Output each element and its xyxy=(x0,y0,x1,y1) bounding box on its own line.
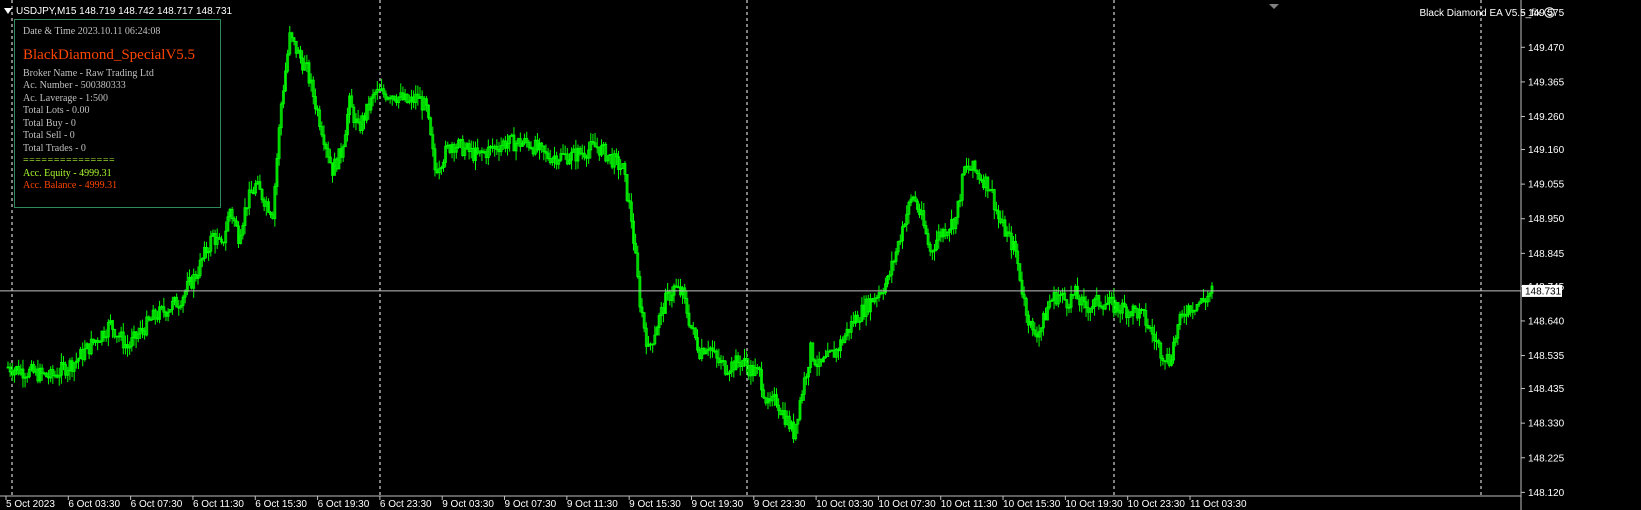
candle xyxy=(429,116,433,136)
panel-total-lots: Total Lots - 0.00 xyxy=(23,105,90,116)
panel-account-number: Ac. Number - 500380333 xyxy=(23,80,126,91)
price-tick-label: 148.330 xyxy=(1528,419,1565,430)
price-tick-label: 149.160 xyxy=(1528,145,1565,156)
candle xyxy=(702,347,706,355)
candle xyxy=(307,59,311,87)
candle xyxy=(811,342,815,362)
candle xyxy=(113,328,117,339)
candle xyxy=(962,165,966,176)
time-tick-label: 6 Oct 03:30 xyxy=(68,499,120,510)
candle xyxy=(625,174,629,203)
symbol-header: USDJPY,M15 148.719 148.742 148.717 148.7… xyxy=(4,6,232,17)
price-tick-label: 149.260 xyxy=(1528,112,1565,123)
price-tick-label: 149.470 xyxy=(1528,43,1565,54)
price-tick-label: 148.225 xyxy=(1528,453,1565,464)
candle xyxy=(723,359,727,376)
candle xyxy=(45,372,48,378)
smiley-icon[interactable] xyxy=(1544,7,1555,18)
candle xyxy=(794,423,798,441)
candle xyxy=(638,270,642,313)
candle xyxy=(798,396,802,422)
time-tick-label: 6 Oct 07:30 xyxy=(131,499,183,510)
time-tick-label: 9 Oct 23:30 xyxy=(754,499,806,510)
time-tick-label: 6 Oct 19:30 xyxy=(318,499,370,510)
price-tick-label: 148.640 xyxy=(1528,316,1565,327)
time-tick-label: 10 Oct 19:30 xyxy=(1065,499,1123,510)
time-tick-label: 6 Oct 23:30 xyxy=(380,499,432,510)
panel-equity: Acc. Equity - 4999.31 xyxy=(23,167,112,179)
candle xyxy=(405,93,409,104)
price-tick-label: 148.950 xyxy=(1528,214,1565,225)
info-panel: Date & Time 2023.10.11 06:24:08 BlackDia… xyxy=(14,19,221,208)
price-tick-label: 148.845 xyxy=(1528,249,1565,260)
plot-area xyxy=(0,0,1641,510)
candle xyxy=(337,148,341,170)
time-tick-label: 9 Oct 15:30 xyxy=(629,499,681,510)
candle xyxy=(1199,297,1203,304)
candle xyxy=(448,143,452,155)
symbol-info: USDJPY,M15 148.719 148.742 148.717 148.7… xyxy=(16,6,233,17)
price-tick-label: 149.365 xyxy=(1528,77,1565,88)
time-tick-label: 11 Oct 03:30 xyxy=(1190,499,1247,510)
panel-separator: =============== xyxy=(23,155,116,166)
ea-label[interactable]: Black Diamond EA V5.5_fix xyxy=(1419,7,1555,19)
candle xyxy=(190,275,193,290)
candle xyxy=(1018,263,1022,282)
panel-broker: Broker Name - Raw Trading Ltd xyxy=(23,67,154,79)
time-tick-label: 6 Oct 15:30 xyxy=(255,499,307,510)
current-price-label: 148.731 xyxy=(1522,284,1562,297)
candle xyxy=(621,163,625,169)
price-chart[interactable]: 149.575149.470149.365149.260149.160149.0… xyxy=(0,0,1641,510)
panel-datetime: Date & Time 2023.10.11 06:24:08 xyxy=(23,26,161,37)
price-tick-label: 149.055 xyxy=(1528,180,1565,191)
candle xyxy=(365,103,369,124)
time-tick-label: 9 Oct 07:30 xyxy=(505,499,557,510)
candle xyxy=(973,159,977,173)
time-tick-label: 9 Oct 11:30 xyxy=(567,499,618,510)
time-tick-label: 10 Oct 15:30 xyxy=(1003,499,1061,510)
panel-leverage: Ac. Laverage - 1:500 xyxy=(23,92,108,104)
triangle-down-icon[interactable] xyxy=(4,8,12,15)
candle xyxy=(427,104,430,120)
panel-balance: Acc. Balance - 4999.31 xyxy=(23,180,118,191)
panel-title: BlackDiamond_SpecialV5.5 xyxy=(23,46,196,63)
ea-name: Black Diamond EA V5.5_fix xyxy=(1419,8,1542,19)
price-tick-label: 148.120 xyxy=(1528,488,1565,499)
price-tick-label: 148.435 xyxy=(1528,384,1565,395)
time-tick-label: 5 Oct 2023 xyxy=(6,499,55,510)
panel-total-buy: Total Buy - 0 xyxy=(23,117,76,129)
current-price-text: 148.731 xyxy=(1525,286,1562,297)
candle xyxy=(830,349,834,352)
candle xyxy=(604,142,608,163)
candle xyxy=(871,297,874,303)
candle xyxy=(168,309,172,313)
time-tick-label: 10 Oct 11:30 xyxy=(941,499,998,510)
time-tick-label: 9 Oct 03:30 xyxy=(442,499,494,510)
panel-total-trades: Total Trades - 0 xyxy=(23,142,86,154)
time-tick-label: 10 Oct 07:30 xyxy=(878,499,936,510)
time-tick-label: 10 Oct 03:30 xyxy=(816,499,874,510)
time-tick-label: 9 Oct 19:30 xyxy=(691,499,743,510)
time-tick-label: 10 Oct 23:30 xyxy=(1128,499,1186,510)
price-tick-label: 148.535 xyxy=(1528,351,1565,362)
panel-total-sell: Total Sell - 0 xyxy=(23,130,75,141)
time-tick-label: 6 Oct 11:30 xyxy=(193,499,244,510)
